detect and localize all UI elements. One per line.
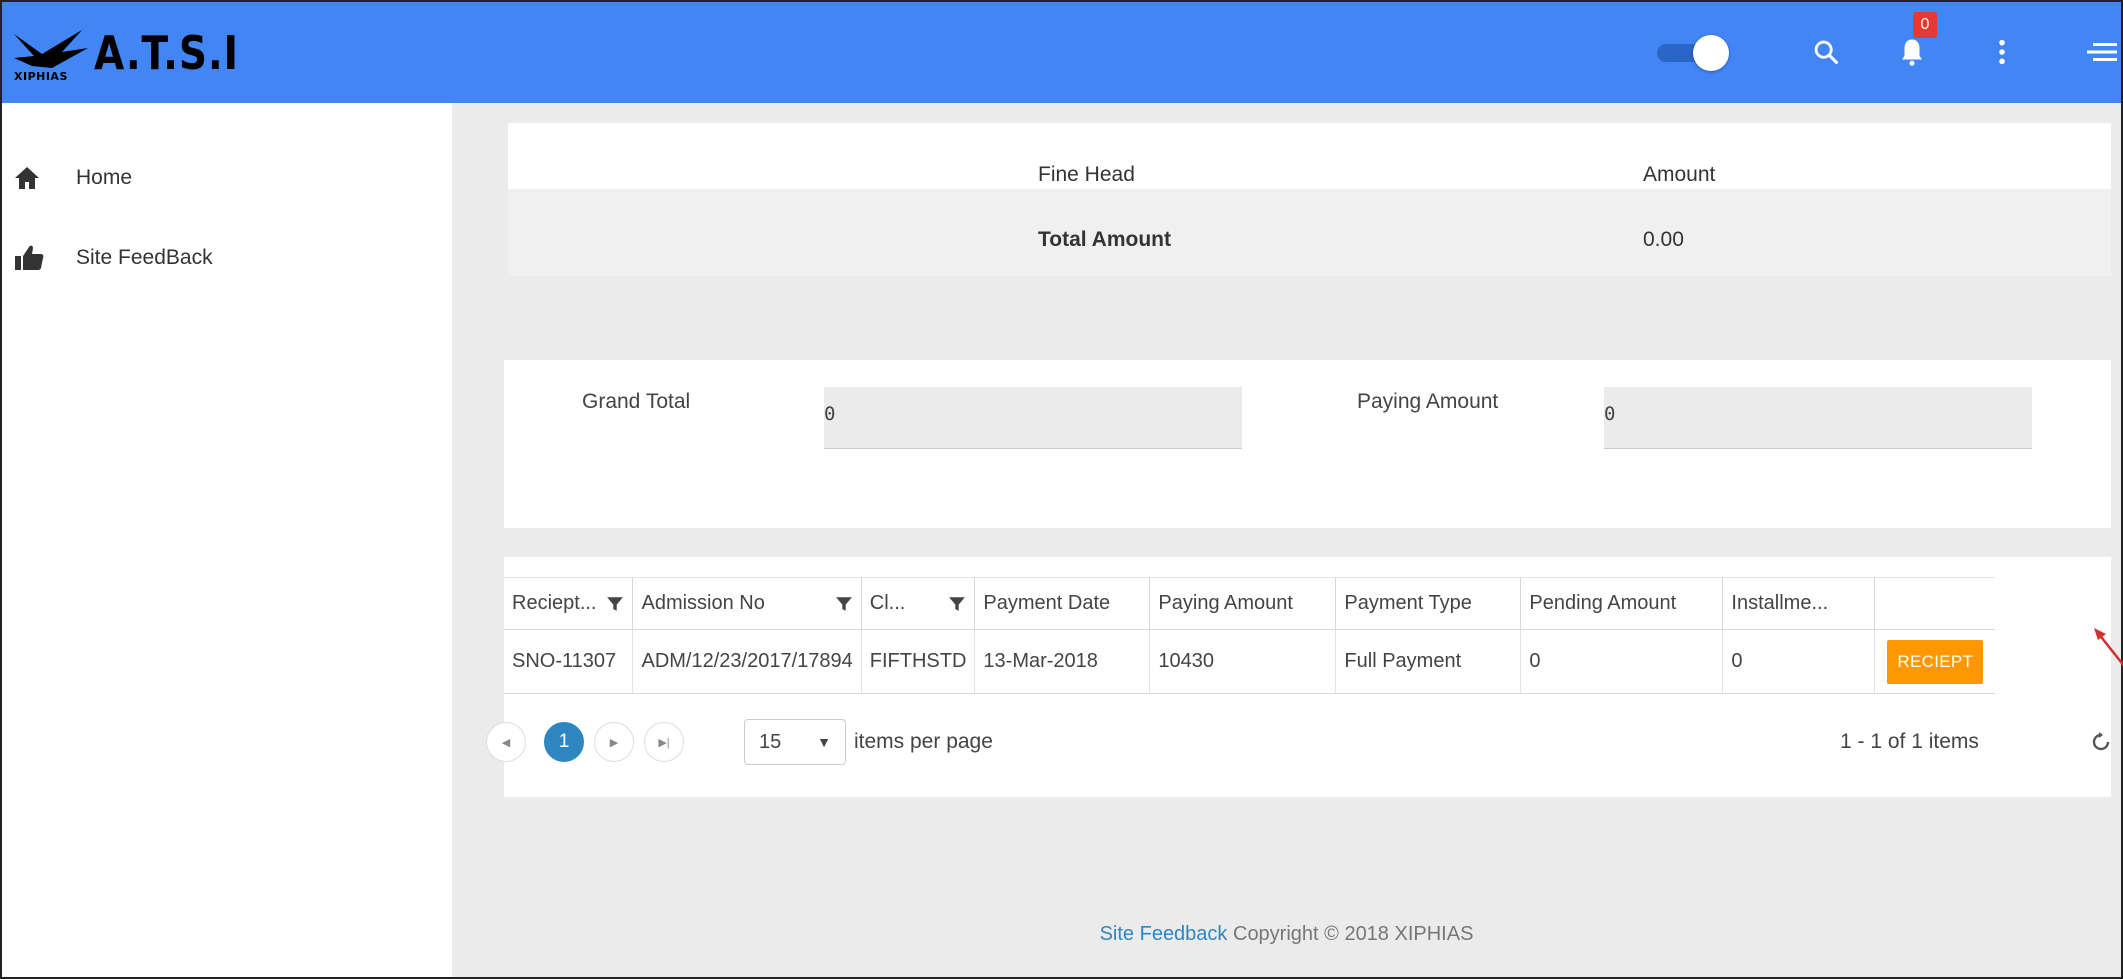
- annotation-arrow-icon: [2094, 628, 2123, 667]
- column-header-class[interactable]: Cl...: [861, 577, 976, 630]
- main-content: Fine Head Amount Total Amount 0.00 Grand…: [452, 103, 2123, 979]
- total-amount-value: 0.00: [1643, 228, 1684, 251]
- column-header-pending-amount[interactable]: Pending Amount: [1520, 577, 1724, 630]
- logo-text: A.T.S.I: [94, 26, 239, 80]
- sidebar-item-home[interactable]: Home: [14, 158, 132, 198]
- column-header-admission-no[interactable]: Admission No: [632, 577, 862, 630]
- cell-payment-type: Full Payment: [1335, 629, 1522, 694]
- sidebar-item-label: Site FeedBack: [76, 246, 213, 269]
- footer: Site Feedback Copyright © 2018 XIPHIAS: [452, 923, 2121, 946]
- cell-installment: 0: [1722, 629, 1876, 694]
- sidebar-item-site-feedback[interactable]: Site FeedBack: [14, 238, 213, 278]
- column-header-paying-amount[interactable]: Paying Amount: [1149, 577, 1337, 630]
- bell-icon[interactable]: [1892, 32, 1932, 72]
- items-per-page-label: items per page: [854, 730, 993, 753]
- cell-class: FIFTHSTD: [861, 629, 976, 694]
- page-size-select[interactable]: 15 ▼: [744, 719, 846, 765]
- refresh-icon[interactable]: [2089, 730, 2113, 754]
- column-header-payment-type[interactable]: Payment Type: [1335, 577, 1522, 630]
- page-size-value: 15: [759, 730, 782, 753]
- total-amount-label: Total Amount: [1038, 228, 1171, 251]
- logo-subtext: XIPHIAS: [14, 70, 68, 83]
- amount-header: Amount: [1643, 163, 1716, 186]
- cell-paying-amount: 10430: [1149, 629, 1337, 694]
- theme-toggle[interactable]: [1657, 35, 1731, 71]
- table-row: SNO-11307 ADM/12/23/2017/17894 FIFTHSTD …: [504, 629, 1995, 694]
- notification-badge: 0: [1913, 12, 1937, 38]
- cell-payment-date: 13-Mar-2018: [974, 629, 1151, 694]
- last-page-button[interactable]: ▶|: [644, 722, 684, 762]
- filter-icon[interactable]: [835, 595, 853, 613]
- cell-action: RECIEPT: [1874, 629, 1995, 694]
- column-header-payment-date[interactable]: Payment Date: [974, 577, 1151, 630]
- home-icon: [14, 163, 48, 193]
- totals-panel: Grand Total 0 Paying Amount 0: [504, 360, 2111, 528]
- receipt-button[interactable]: RECIEPT: [1887, 639, 1984, 684]
- pager-info: 1 - 1 of 1 items: [1840, 730, 1979, 753]
- page-number-button[interactable]: 1: [544, 722, 584, 762]
- payments-grid: Reciept... Admission No Cl... Payment Da…: [486, 557, 2113, 797]
- cell-admission-no: ADM/12/23/2017/17894: [632, 629, 862, 694]
- site-feedback-link[interactable]: Site Feedback: [1100, 923, 1228, 945]
- filter-icon[interactable]: [606, 595, 624, 613]
- paying-amount-label: Paying Amount: [1357, 390, 1499, 413]
- fine-table-header: [508, 123, 2111, 189]
- sidebar: Home Site FeedBack: [0, 103, 452, 979]
- paying-amount-value: 0: [1604, 403, 1616, 425]
- column-header-receipt[interactable]: Reciept...: [504, 577, 634, 630]
- top-bar: XIPHIAS A.T.S.I 0: [0, 0, 2123, 103]
- payments-table: Reciept... Admission No Cl... Payment Da…: [504, 577, 1995, 694]
- table-header-row: Reciept... Admission No Cl... Payment Da…: [504, 577, 1995, 630]
- next-page-button[interactable]: ▶: [594, 722, 634, 762]
- paying-amount-field[interactable]: 0: [1604, 387, 2032, 449]
- previous-page-button[interactable]: ◀: [486, 722, 526, 762]
- cell-receipt: SNO-11307: [504, 629, 634, 694]
- grand-total-value: 0: [824, 403, 836, 425]
- cell-pending-amount: 0: [1520, 629, 1724, 694]
- column-header-action: [1874, 577, 1995, 630]
- filter-icon[interactable]: [948, 595, 966, 613]
- grand-total-label: Grand Total: [582, 390, 691, 413]
- grand-total-field[interactable]: 0: [824, 387, 1242, 449]
- fine-table: Fine Head Amount Total Amount 0.00: [508, 123, 2111, 276]
- column-header-installment[interactable]: Installme...: [1722, 577, 1876, 630]
- sidebar-item-label: Home: [76, 166, 133, 189]
- thumbs-up-icon: [14, 243, 48, 273]
- menu-icon[interactable]: [2082, 32, 2122, 72]
- copyright-text: Copyright © 2018 XIPHIAS: [1227, 923, 1474, 945]
- chevron-down-icon: ▼: [817, 734, 831, 750]
- more-vertical-icon[interactable]: [1982, 32, 2022, 72]
- toggle-knob: [1693, 35, 1729, 71]
- logo[interactable]: XIPHIAS A.T.S.I: [12, 28, 238, 83]
- fine-head-header: Fine Head: [1038, 163, 1135, 186]
- pager: ◀ 1 ▶ ▶| 15 ▼ items per page 1 - 1 of 1 …: [486, 712, 2113, 778]
- search-icon[interactable]: [1806, 32, 1846, 72]
